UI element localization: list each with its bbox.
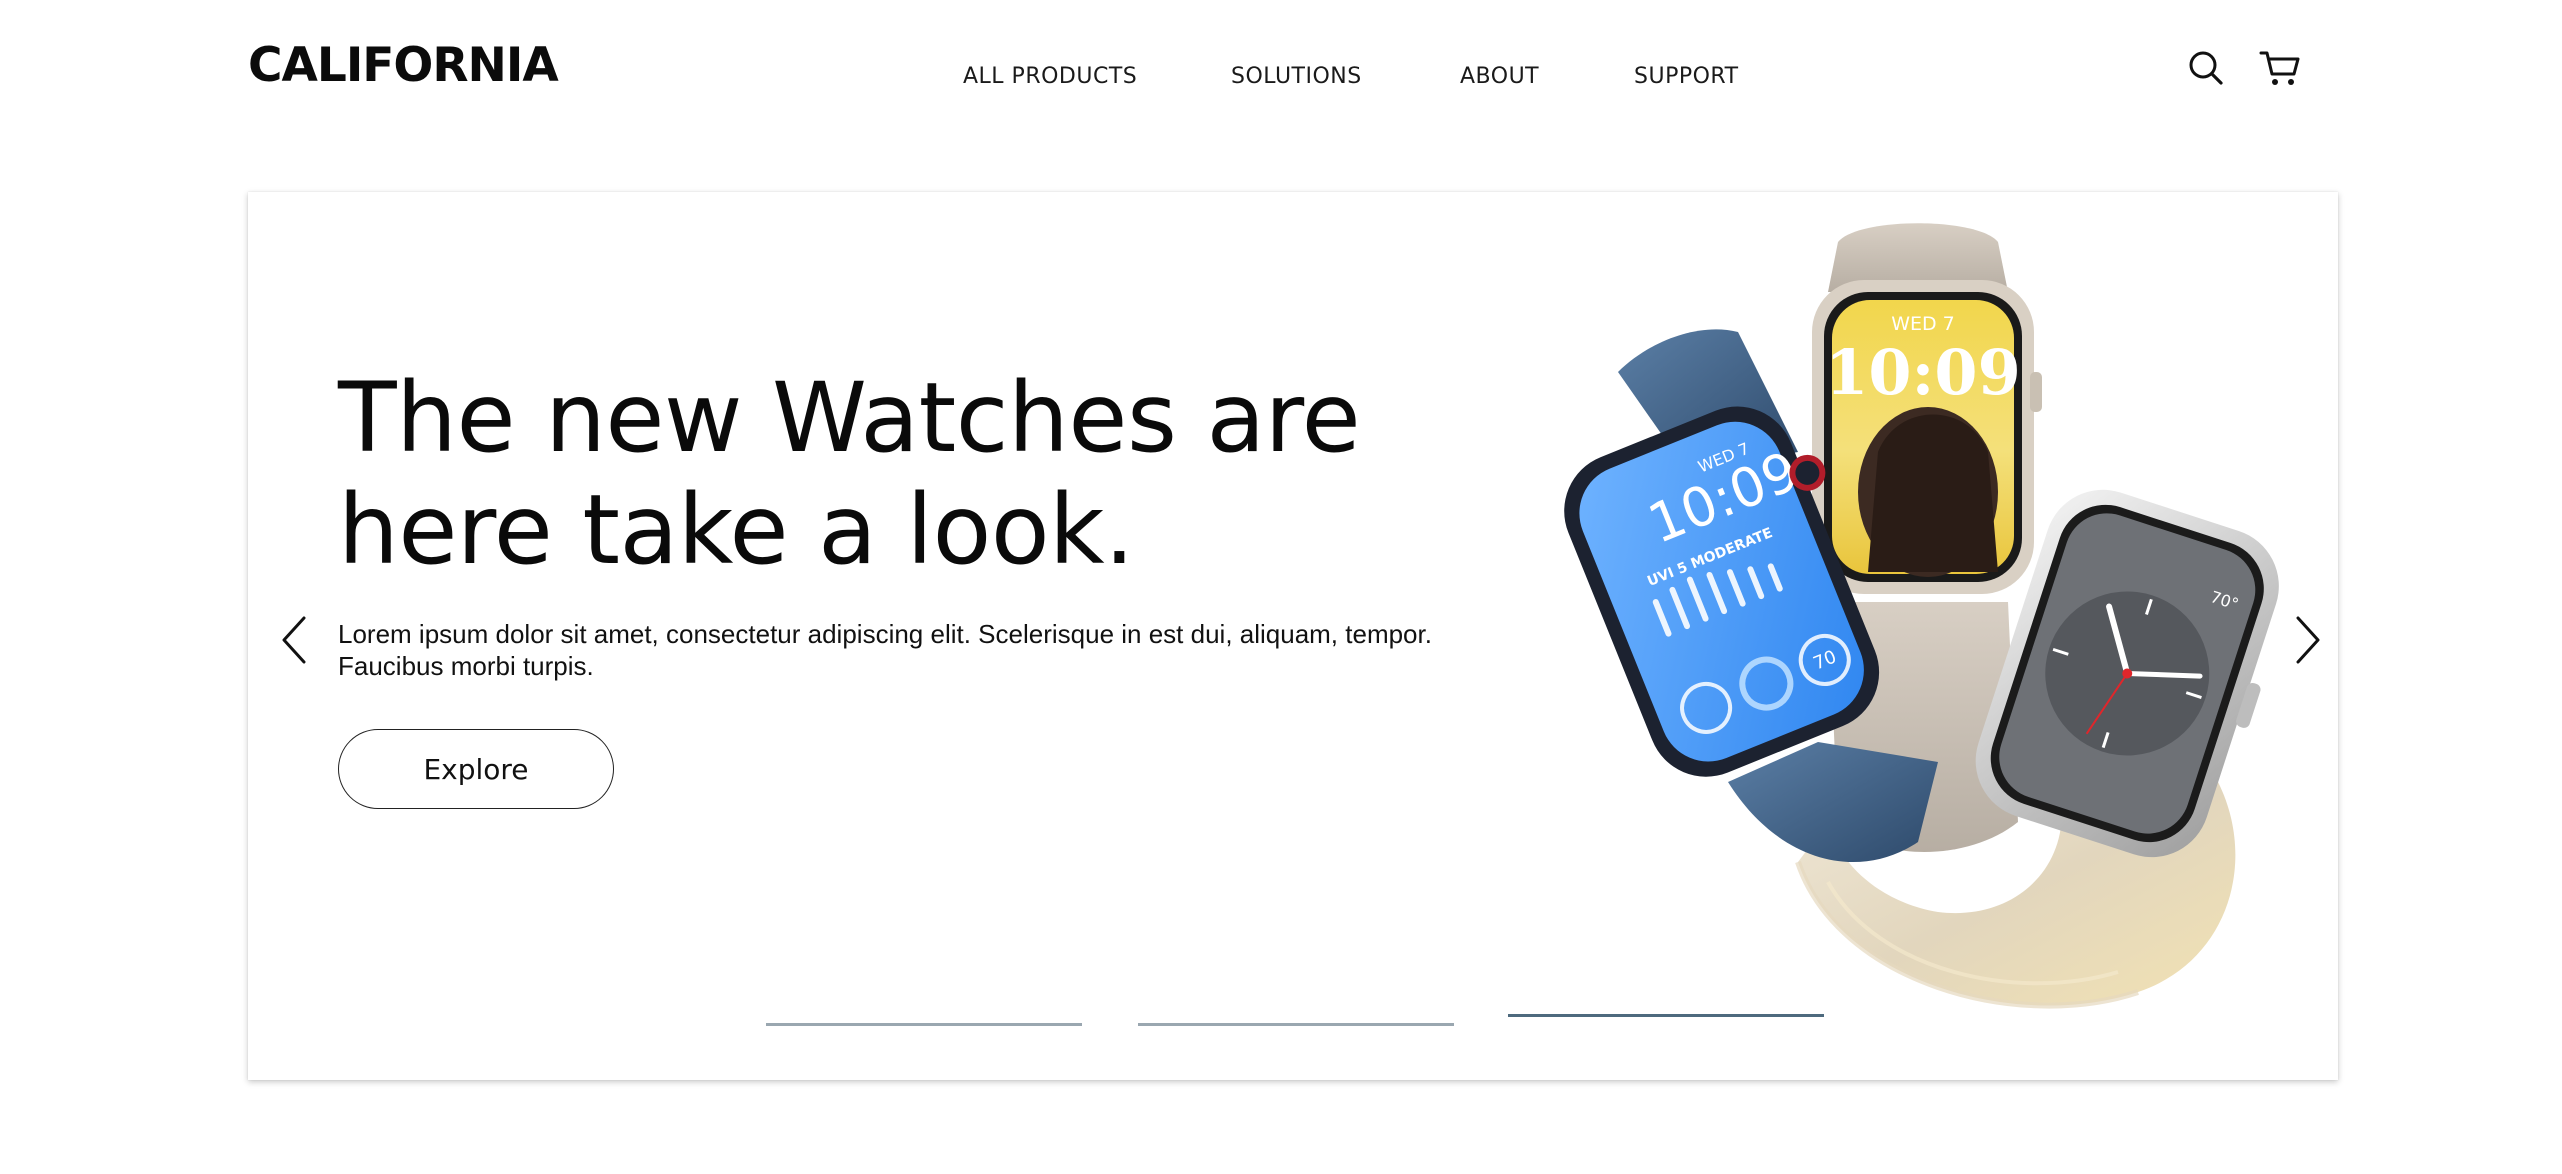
search-icon[interactable]	[2186, 48, 2226, 88]
brand-logo[interactable]: CALIFORNIA	[248, 38, 559, 93]
nav-support[interactable]: SUPPORT	[1634, 64, 1739, 89]
hero-carousel: The new Watches are here take a look. Lo…	[248, 192, 2338, 1080]
nav-all-products[interactable]: ALL PRODUCTS	[963, 64, 1137, 89]
carousel-indicator-2[interactable]	[1138, 1023, 1454, 1026]
site-header: CALIFORNIA ALL PRODUCTS SOLUTIONS ABOUT …	[0, 0, 2562, 140]
nav-about[interactable]: ABOUT	[1460, 64, 1539, 89]
center-time: 10:09	[1825, 336, 2020, 409]
explore-button[interactable]: Explore	[338, 729, 614, 809]
nav-solutions[interactable]: SOLUTIONS	[1231, 64, 1362, 89]
hero-description: Lorem ipsum dolor sit amet, consectetur …	[338, 619, 1432, 681]
carousel-prev-arrow[interactable]	[274, 610, 314, 670]
carousel-next-arrow[interactable]	[2288, 610, 2328, 670]
watches-image: WED 7 10:09 WED 7 10:09 UVI 5 MODERATE 7…	[1498, 222, 2318, 1052]
carousel-indicator-1[interactable]	[766, 1023, 1082, 1026]
cart-icon[interactable]	[2258, 48, 2302, 88]
center-date: WED 7	[1891, 313, 1955, 335]
carousel-indicator-3[interactable]	[1508, 1014, 1824, 1017]
hero-headline: The new Watches are here take a look.	[338, 362, 1361, 586]
